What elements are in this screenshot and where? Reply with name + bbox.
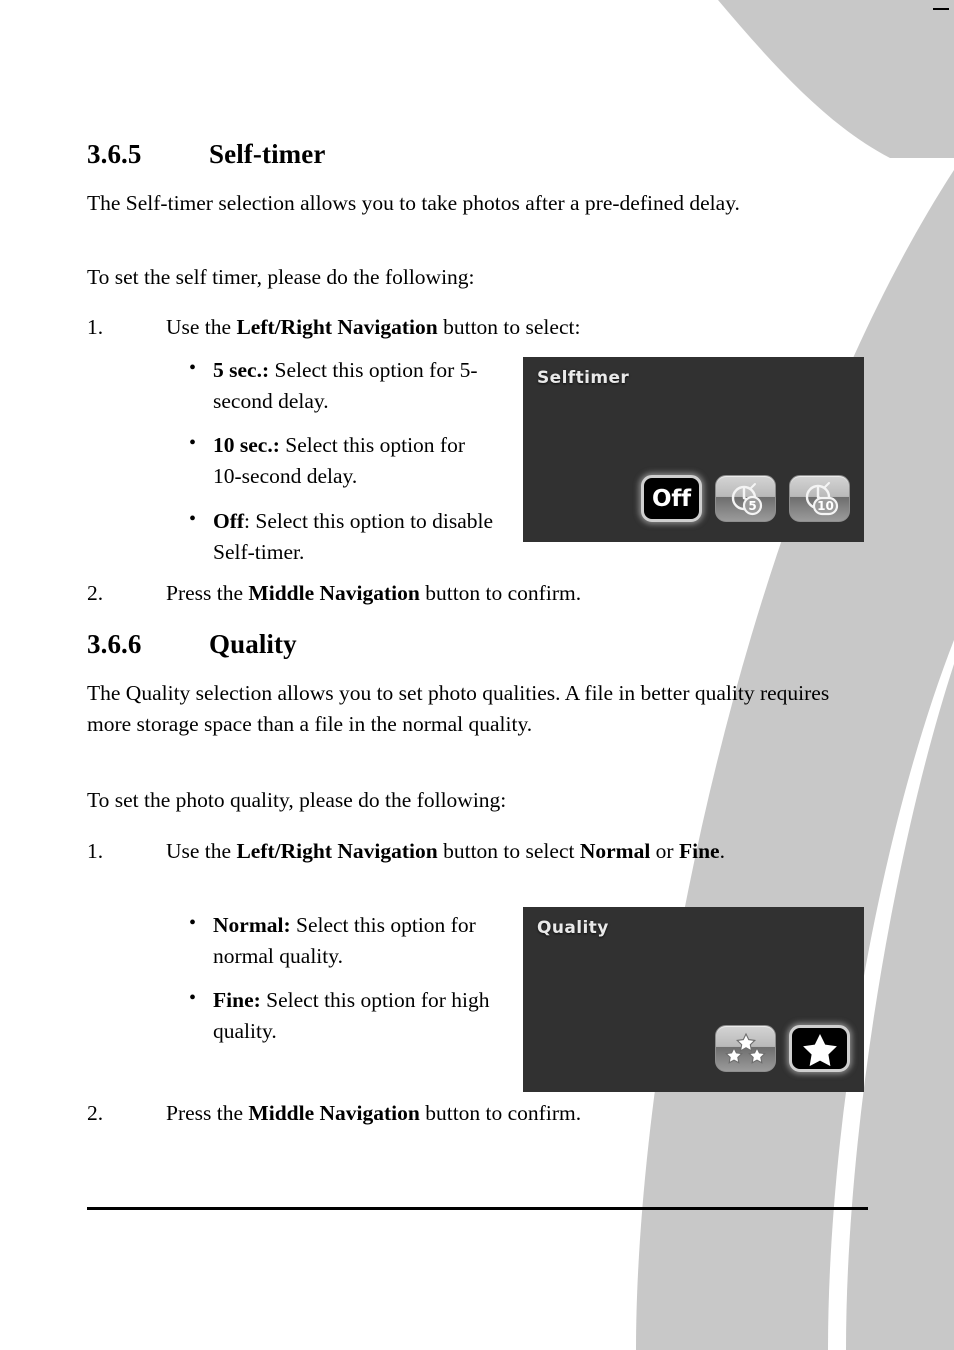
timer-10-icon: 10: [805, 481, 838, 515]
step-text: Use the Left/Right Navigation button to …: [166, 312, 877, 343]
list-item: Fine: Select this option for high qualit…: [187, 984, 517, 1046]
step-marker: 1.: [87, 315, 104, 339]
section-number: 3.6.5: [87, 139, 142, 169]
quality-option-normal[interactable]: [715, 1025, 776, 1072]
step-marker: 1.: [87, 839, 104, 863]
step-bold-term: Fine: [678, 839, 720, 863]
step-text-part: button to select: [437, 839, 580, 863]
bullet-text: : Select this option to disable Self-tim…: [213, 508, 494, 564]
step-text-part: Press the: [166, 581, 249, 605]
footer-divider: [87, 1207, 868, 1210]
list-item: Normal: Select this option for normal qu…: [187, 909, 517, 971]
quality-screen-title: Quality: [537, 918, 609, 938]
section-heading-self-timer: 3.6.5 Self-timer: [87, 138, 877, 170]
step-bold-term: Middle Navigation: [248, 1101, 420, 1125]
single-star-icon: [802, 1033, 837, 1066]
self-timer-step-1: 1. Use the Left/Right Navigation button …: [87, 312, 877, 343]
bullet-label: Normal:: [213, 913, 291, 937]
selftimer-options-row: Off 5 10: [641, 475, 850, 522]
section-title: Self-timer: [209, 139, 326, 169]
step-text: Use the Left/Right Navigation button to …: [166, 836, 852, 867]
selftimer-option-5sec[interactable]: 5: [715, 475, 776, 522]
bullet-label: 10 sec.:: [213, 433, 280, 458]
quality-lead-in: To set the photo quality, please do the …: [87, 788, 507, 812]
step-text-part: button to confirm.: [419, 1101, 582, 1125]
list-item: Off: Select this option to disable Self-…: [187, 505, 497, 567]
three-stars-icon: [724, 1032, 766, 1064]
selftimer-option-off[interactable]: Off: [641, 475, 702, 522]
step-text-part: or: [650, 839, 679, 863]
selftimer-screen-title: Selftimer: [537, 368, 630, 388]
timer-5-icon: 5: [731, 482, 762, 515]
self-timer-options-list: 5 sec.: Select this option for 5-second …: [187, 354, 497, 567]
step-text-part: .: [719, 839, 725, 863]
list-item: 5 sec.: Select this option for 5-second …: [187, 354, 497, 416]
section-title: Quality: [209, 629, 297, 659]
quality-options-row: [715, 1025, 850, 1072]
svg-text:5: 5: [748, 499, 756, 513]
quality-options-list: Normal: Select this option for normal qu…: [187, 909, 517, 1047]
bullet-label: Fine:: [213, 988, 261, 1013]
step-bold-term: Left/Right Navigation: [236, 315, 438, 339]
quality-screen: Quality: [523, 907, 864, 1092]
step-text-part: Use the: [166, 315, 237, 339]
quality-intro: The Quality selection allows you to set …: [87, 681, 830, 736]
step-text-part: button to confirm.: [419, 581, 582, 605]
svg-text:10: 10: [817, 499, 834, 513]
section-heading-quality: 3.6.6 Quality: [87, 628, 877, 660]
step-text-part: button to select:: [437, 315, 581, 339]
step-marker: 2.: [87, 1101, 104, 1125]
step-text-part: Use the: [166, 839, 237, 863]
list-item: 10 sec.: Select this option for 10-secon…: [187, 429, 497, 491]
quality-step-2: 2. Press the Middle Navigation button to…: [87, 1098, 877, 1129]
selftimer-screen: Selftimer Off 5 10: [523, 357, 864, 542]
off-text-icon: Off: [652, 485, 691, 512]
step-marker: 2.: [87, 581, 104, 605]
step-bold-term: Middle Navigation: [248, 581, 420, 605]
step-text-part: Press the: [166, 1101, 249, 1125]
document-page: 3.6.5 Self-timer The Self-timer selectio…: [0, 0, 954, 1350]
section-number: 3.6.6: [87, 629, 142, 659]
self-timer-intro: The Self-timer selection allows you to t…: [87, 191, 740, 215]
quality-step-1: 1. Use the Left/Right Navigation button …: [87, 836, 852, 867]
bullet-label: 5 sec.:: [213, 358, 270, 382]
crop-mark-icon: [933, 8, 949, 10]
step-text: Press the Middle Navigation button to co…: [166, 1098, 877, 1129]
self-timer-step-2: 2. Press the Middle Navigation button to…: [87, 578, 877, 609]
step-text: Press the Middle Navigation button to co…: [166, 578, 877, 609]
step-bold-term: Left/Right Navigation: [236, 839, 438, 863]
self-timer-lead-in: To set the self timer, please do the fol…: [87, 265, 475, 289]
step-bold-term: Normal: [579, 839, 651, 863]
bullet-label: Off: [213, 508, 245, 533]
selftimer-option-10sec[interactable]: 10: [789, 475, 850, 522]
quality-option-fine[interactable]: [789, 1025, 850, 1072]
